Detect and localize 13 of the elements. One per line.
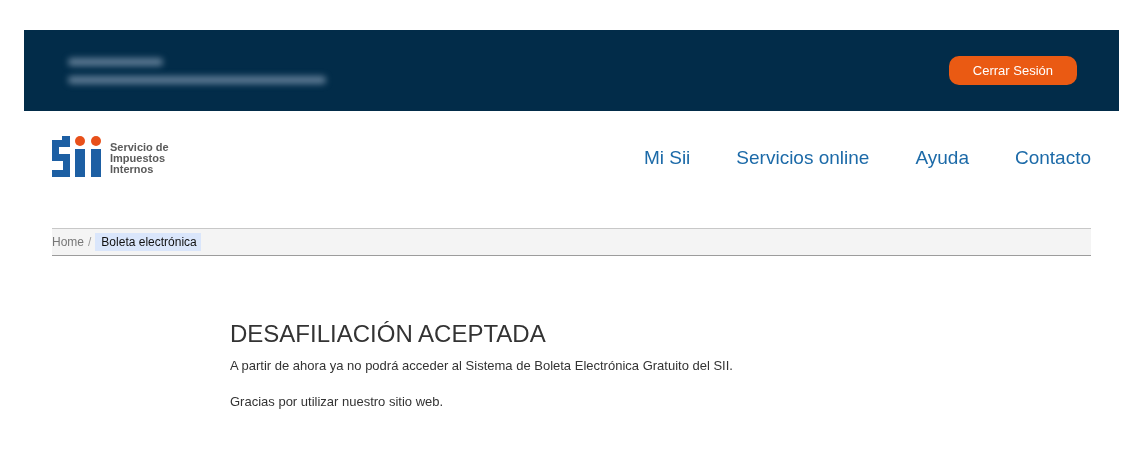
message-text: Gracias por utilizar nuestro sitio web. [230, 394, 445, 409]
message-text: A partir de ahora ya no podrá acceder al Sistema de Boleta Electrónica Gratuito del SII. [230, 358, 734, 373]
breadcrumb-link[interactable]: Boleta electrónica [95, 233, 201, 251]
nav-link[interactable]: Contacto [1014, 147, 1091, 169]
logo-icon[interactable] [52, 136, 104, 180]
logo-text: Servicio de Impuestos Internos [110, 141, 169, 175]
page-title: DESAFILIACIÓN ACEPTADA [230, 320, 547, 348]
nav-link[interactable]: Mi Sii [643, 147, 691, 169]
logout-button[interactable]: Cerrar Sesión [948, 56, 1077, 85]
nav-link[interactable]: Ayuda [915, 147, 969, 169]
breadcrumb-link[interactable]: Home [52, 235, 84, 249]
nav-link[interactable]: Servicios online [736, 147, 870, 169]
breadcrumb-separator: / [88, 235, 92, 249]
